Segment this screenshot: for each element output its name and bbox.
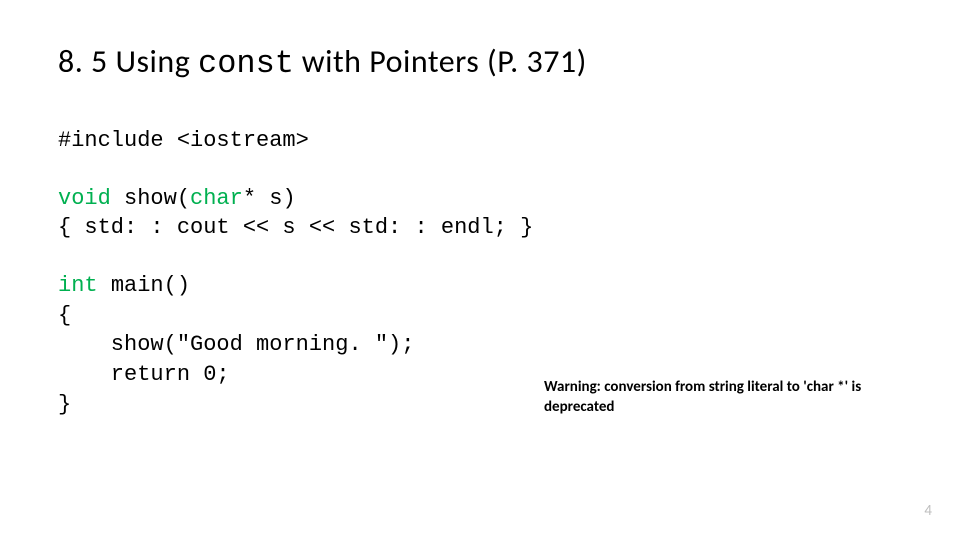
- code-main-call: show("Good morning. ");: [58, 330, 902, 360]
- code-fn-body: { std: : cout << s << std: : endl; }: [58, 213, 902, 243]
- code-param-rest: * s): [243, 186, 296, 211]
- title-mono: const: [198, 45, 294, 82]
- code-main-type: int: [58, 273, 111, 298]
- code-block: #include <iostream> void show(char* s) {…: [58, 126, 902, 420]
- code-fn-name: show(: [124, 186, 190, 211]
- code-main-sig: int main(): [58, 271, 902, 301]
- code-include: #include <iostream>: [58, 126, 902, 156]
- page-number: 4: [924, 502, 932, 520]
- slide-title: 8. 5 Using const with Pointers (P. 371): [58, 42, 902, 82]
- code-fn-type: void: [58, 186, 124, 211]
- compiler-warning: Warning: conversion from string literal …: [544, 378, 914, 417]
- title-pre: 8. 5 Using: [58, 42, 198, 81]
- code-param-type: char: [190, 186, 243, 211]
- title-post: with Pointers (P. 371): [294, 42, 587, 81]
- code-fn-signature: void show(char* s): [58, 184, 902, 214]
- code-main-open: {: [58, 301, 902, 331]
- code-main-name: main(): [111, 273, 190, 298]
